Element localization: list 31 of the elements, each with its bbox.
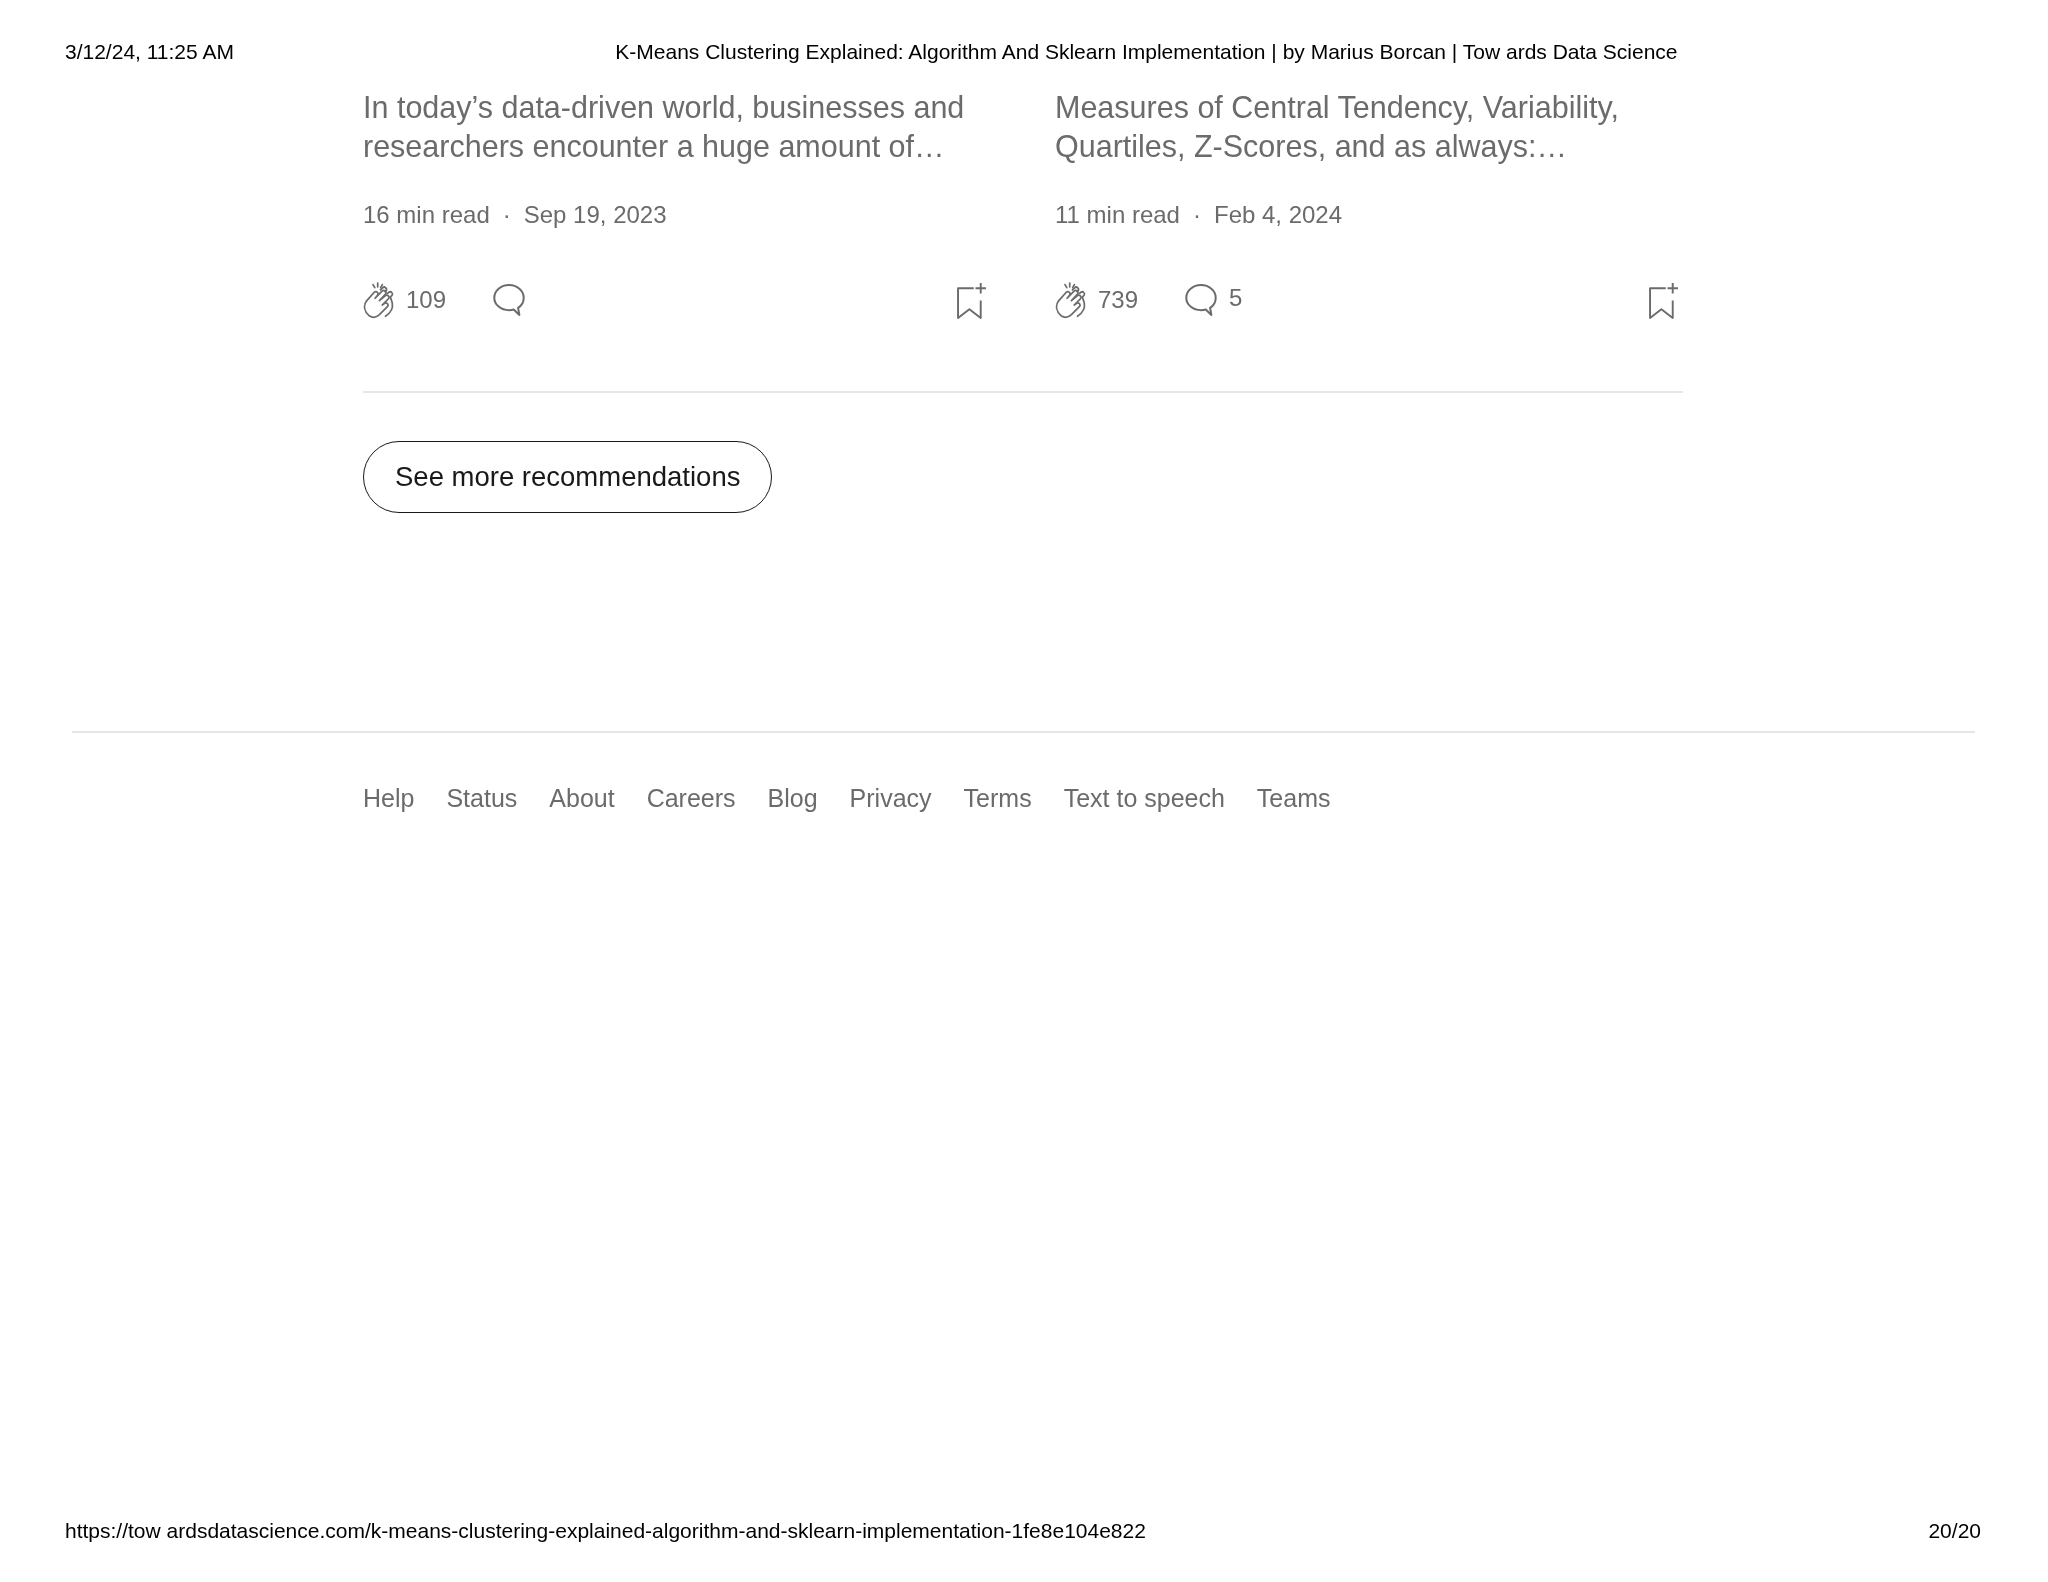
response-count: 5 xyxy=(1229,283,1243,313)
clap-count: 109 xyxy=(406,285,447,315)
footer-link[interactable]: Privacy xyxy=(849,783,932,813)
publish-date: Sep 19, 2023 xyxy=(523,200,667,230)
story-excerpt: Measures of Central Tendency, Variability, Quartiles, Z-Scores, and as always:… xyxy=(1055,89,1620,166)
bookmark-plus-icon[interactable] xyxy=(1649,281,1679,319)
print-date: 3/12/24, 11:25 AM xyxy=(65,40,234,64)
separator-dot: · xyxy=(1192,200,1201,230)
print-page-title: K-Means Clustering Explained: Algorithm And Sklearn Implementation | by Marius Borcan | Tow ards Data Science xyxy=(615,40,1678,63)
page-number: 20/20 xyxy=(1928,1519,1981,1543)
bookmark-plus-icon[interactable] xyxy=(957,281,987,319)
footer-link[interactable]: Careers xyxy=(646,783,736,813)
footer-link[interactable]: About xyxy=(549,783,615,813)
read-time: 11 min read xyxy=(1055,200,1180,230)
clapping-hands-icon[interactable] xyxy=(1055,281,1087,319)
speech-bubble-icon[interactable] xyxy=(1185,284,1218,316)
separator-dot: · xyxy=(502,200,511,230)
see-more-button[interactable]: See more recommendations xyxy=(363,441,773,513)
print-url: https://tow ardsdatascience.com/k-means-clustering-explained-algorithm-and-sklearn-implementation-1fe8e104e822 xyxy=(65,1519,1146,1543)
footer-link[interactable]: Help xyxy=(363,783,415,813)
footer-link[interactable]: Teams xyxy=(1256,783,1331,813)
clapping-hands-icon[interactable] xyxy=(363,281,395,319)
story-excerpt: In today’s data-driven world, businesses and researchers encounter a huge amount of… xyxy=(363,89,966,166)
read-time: 16 min read xyxy=(363,200,490,230)
publish-date: Feb 4, 2024 xyxy=(1213,200,1343,230)
footer-link[interactable]: Text to speech xyxy=(1063,783,1225,813)
speech-bubble-icon[interactable] xyxy=(493,284,526,316)
footer-link[interactable]: Status xyxy=(446,783,518,813)
clap-count: 739 xyxy=(1098,285,1139,315)
footer-link[interactable]: Blog xyxy=(767,783,818,813)
footer-link[interactable]: Terms xyxy=(963,783,1032,813)
